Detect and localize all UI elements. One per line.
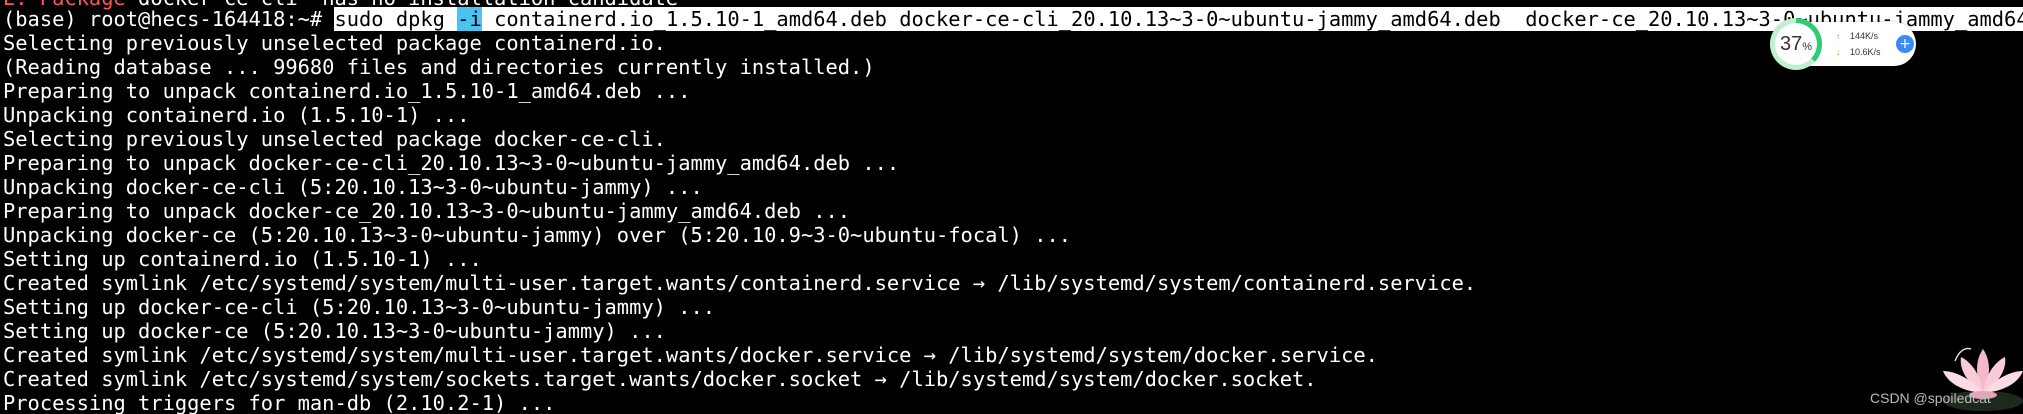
output-line: Setting up docker-ce-cli (5:20.10.13~3-0… [3,295,716,319]
upload-speed: 144K/s [1850,31,1879,41]
command-name: sudo dpkg [334,7,458,31]
cpu-gauge[interactable]: 37% [1770,18,1822,70]
output-line: Preparing to unpack containerd.io_1.5.10… [3,79,691,103]
download-speed: 10.6K/s [1850,47,1881,57]
output-line: Selecting previously unselected package … [3,31,666,55]
command-flag[interactable]: -i [457,7,482,31]
output-line: Selecting previously unselected package … [3,127,666,151]
output-line: Unpacking containerd.io (1.5.10-1) ... [3,103,470,127]
plus-icon[interactable]: + [1896,35,1914,53]
cpu-percent-value: 37 [1779,33,1803,55]
output-line: Setting up containerd.io (1.5.10-1) ... [3,247,482,271]
arrow-up-icon: ↑ [1836,32,1840,41]
output-line: Preparing to unpack docker-ce-cli_20.10.… [3,151,900,175]
output-line: Created symlink /etc/systemd/system/sock… [3,367,1317,391]
shell-prompt: (base) root@hecs-164418:~# [3,7,335,31]
cpu-gauge-center: 37% [1775,23,1817,65]
download-speed-row: ↓ 10.6K/s [1836,47,1881,57]
command-line: (base) root@hecs-164418:~# sudo dpkg -i … [3,7,2023,31]
output-line: (Reading database ... 99680 files and di… [3,55,875,79]
system-monitor-widget[interactable]: 37% ↑ 144K/s ↓ 10.6K/s + [1770,18,1916,70]
output-line: Unpacking docker-ce-cli (5:20.10.13~3-0~… [3,175,703,199]
csdn-watermark: CSDN @spoiledcat [1870,390,1991,406]
output-line: Created symlink /etc/systemd/system/mult… [3,343,1378,367]
upload-speed-row: ↑ 144K/s [1836,31,1878,41]
output-line: Processing triggers for man-db (2.10.2-1… [3,391,556,414]
arrow-down-icon: ↓ [1836,48,1840,57]
output-line: Unpacking docker-ce (5:20.10.13~3-0~ubun… [3,223,1072,247]
output-line: Created symlink /etc/systemd/system/mult… [3,271,1477,295]
selected-command[interactable]: sudo dpkg [334,7,458,31]
cpu-percent-unit: % [1802,41,1813,53]
output-line: Setting up docker-ce (5:20.10.13~3-0~ubu… [3,319,666,343]
output-line: Preparing to unpack docker-ce_20.10.13~3… [3,199,851,223]
terminal-window[interactable]: E: Package docker-ce-cli' has no install… [0,0,2023,414]
